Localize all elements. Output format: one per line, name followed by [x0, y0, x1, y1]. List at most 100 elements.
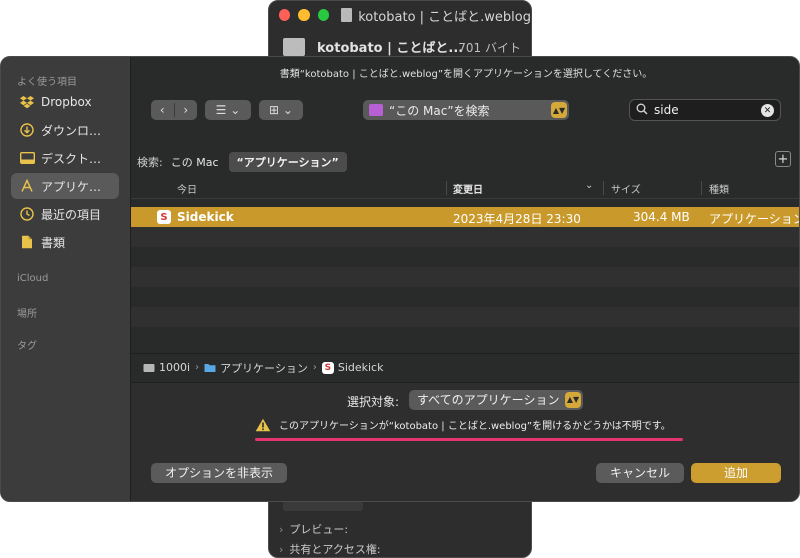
file-date: 2023年4月28日 23:30 — [453, 212, 581, 226]
sort-chevron-icon: ⌄ — [585, 180, 594, 191]
empty-row — [131, 247, 799, 267]
sidebar-item-applications[interactable]: アプリケ… — [11, 173, 119, 199]
clear-search-icon[interactable]: ✕ — [761, 104, 774, 117]
sidebar-item-label: デスクト… — [41, 151, 102, 166]
scope-applications[interactable]: “アプリケーション” — [228, 152, 347, 172]
clock-icon — [19, 206, 35, 222]
grid-view-button[interactable]: ⊞ ⌄ — [259, 100, 303, 120]
sidebar-item-documents[interactable]: 書類 — [11, 229, 119, 255]
file-kind: アプリケーション — [709, 212, 800, 226]
sharing-section[interactable]: › 共有とアクセス権: — [279, 541, 381, 557]
applications-icon — [19, 178, 35, 194]
column-header-size[interactable]: サイズ — [611, 181, 641, 196]
path-separator-icon: › — [195, 362, 200, 373]
chevron-right-icon: › — [279, 542, 284, 556]
scope-label: 検索: — [137, 156, 163, 169]
file-name: Sidekick — [177, 210, 234, 224]
add-button[interactable]: 追加 — [691, 463, 781, 483]
enable-popup[interactable]: すべてのアプリケーション ▲▼ — [409, 390, 583, 410]
background-file-size: 701 バイト — [458, 41, 521, 55]
annotation-underline — [255, 438, 683, 441]
compatibility-warning: このアプリケーションが“kotobato | ことばと.weblog”を開けるか… — [255, 417, 671, 432]
search-field[interactable]: ✕ — [629, 99, 781, 121]
preview-section[interactable]: › プレビュー: — [279, 521, 348, 537]
background-window-title: kotobato | ことばと.weblog — [358, 9, 532, 25]
forward-button[interactable]: › — [175, 100, 198, 120]
sidekick-app-icon: S — [321, 361, 334, 374]
search-scope-bar: 検索: この Mac “アプリケーション” — [137, 152, 347, 172]
background-titlebar: kotobato | ことばと.weblog — [269, 1, 531, 29]
sidebar-item-label: ダウンロ… — [41, 123, 102, 138]
popup-arrows-icon: ▲▼ — [565, 392, 581, 408]
sidebar-item-recents[interactable]: 最近の項目 — [11, 201, 119, 227]
sidebar-item-label: 書類 — [41, 235, 66, 250]
sidebar-item-downloads[interactable]: ダウンロ… — [11, 117, 119, 143]
path-item-applications[interactable]: アプリケーション — [220, 360, 308, 376]
column-header-date[interactable]: 変更日 — [453, 181, 483, 196]
list-view-button[interactable]: ☰ ⌄ — [205, 100, 251, 120]
navigation-buttons: ‹ › — [151, 100, 197, 120]
location-popup[interactable]: “この Mac”を検索 ▲▼ — [363, 100, 569, 120]
path-separator-icon: › — [312, 362, 317, 373]
file-list: S Sidekick 2023年4月28日 23:30 304.4 MB アプリ… — [131, 207, 800, 347]
column-header-name[interactable]: 今日 — [177, 181, 197, 196]
column-header-kind[interactable]: 種類 — [709, 181, 729, 196]
path-bar: 1000i › アプリケーション › S Sidekick — [131, 353, 799, 381]
document-icon — [19, 234, 35, 250]
location-label: “この Mac”を検索 — [389, 103, 490, 118]
background-file-header: kotobato | ことばと... — [283, 37, 463, 56]
empty-row — [131, 307, 799, 327]
chevron-right-icon: › — [279, 522, 284, 536]
minimize-window-button[interactable] — [298, 9, 310, 21]
scope-this-mac[interactable]: この Mac — [171, 154, 219, 170]
sidebar-heading-icloud[interactable]: iCloud — [17, 273, 48, 284]
empty-row — [131, 287, 799, 307]
file-icon — [283, 37, 305, 56]
close-window-button[interactable] — [279, 9, 291, 21]
sidebar-heading-locations[interactable]: 場所 — [17, 305, 37, 320]
back-button[interactable]: ‹ — [151, 100, 174, 120]
empty-row — [131, 327, 799, 347]
background-obscured-control — [283, 501, 363, 511]
search-icon — [636, 103, 648, 118]
file-row-sidekick[interactable]: S Sidekick 2023年4月28日 23:30 304.4 MB アプリ… — [131, 207, 800, 227]
popup-arrows-icon: ▲▼ — [551, 102, 567, 118]
path-item-disk[interactable]: 1000i — [159, 361, 190, 374]
column-divider — [701, 181, 702, 195]
sidebar-item-label: アプリケ… — [41, 179, 102, 194]
sidebar-heading-favorites: よく使う項目 — [17, 77, 77, 88]
cancel-button[interactable]: キャンセル — [596, 463, 684, 483]
sidebar-item-dropbox[interactable]: Dropbox — [11, 89, 119, 115]
file-list-header: 今日 変更日 ⌄ サイズ 種類 — [131, 177, 799, 199]
sidebar-item-desktop[interactable]: デスクト… — [11, 145, 119, 171]
disk-icon — [143, 363, 155, 372]
document-icon — [340, 8, 353, 22]
enable-popup-value: すべてのアプリケーション — [417, 393, 560, 407]
enable-label: 選択対象: — [347, 395, 400, 409]
search-input[interactable] — [654, 103, 754, 117]
zoom-window-button[interactable] — [317, 9, 329, 21]
background-file-name: kotobato | ことばと... — [317, 41, 464, 56]
sharing-section-label: 共有とアクセス権: — [289, 543, 381, 556]
dropbox-icon — [19, 94, 35, 110]
warning-text: このアプリケーションが“kotobato | ことばと.weblog”を開けるか… — [279, 421, 671, 432]
desktop-icon — [19, 150, 35, 166]
sidebar-heading-tags[interactable]: タグ — [17, 337, 37, 352]
folder-icon — [369, 104, 383, 116]
folder-icon — [204, 363, 216, 372]
column-divider — [603, 181, 604, 195]
sidebar-item-label: 最近の項目 — [41, 207, 102, 222]
empty-row — [131, 227, 799, 247]
hide-options-button[interactable]: オプションを非表示 — [151, 463, 287, 483]
column-divider — [446, 181, 447, 195]
sidebar-item-label: Dropbox — [41, 95, 92, 109]
file-size: 304.4 MB — [633, 210, 690, 224]
add-criteria-button[interactable]: + — [775, 151, 791, 167]
dialog-prompt: 書類“kotobato | ことばと.weblog”を開くアプリケーションを選択… — [279, 69, 653, 80]
path-item-sidekick[interactable]: Sidekick — [338, 361, 384, 374]
choose-application-dialog: よく使う項目 Dropbox ダウンロ… デスクト… アプリケ… 最近の項目 書… — [0, 56, 800, 502]
warning-icon — [255, 418, 271, 431]
sidekick-app-icon: S — [157, 210, 171, 224]
sidebar: よく使う項目 Dropbox ダウンロ… デスクト… アプリケ… 最近の項目 書… — [1, 57, 131, 501]
preview-section-label: プレビュー: — [289, 523, 349, 536]
